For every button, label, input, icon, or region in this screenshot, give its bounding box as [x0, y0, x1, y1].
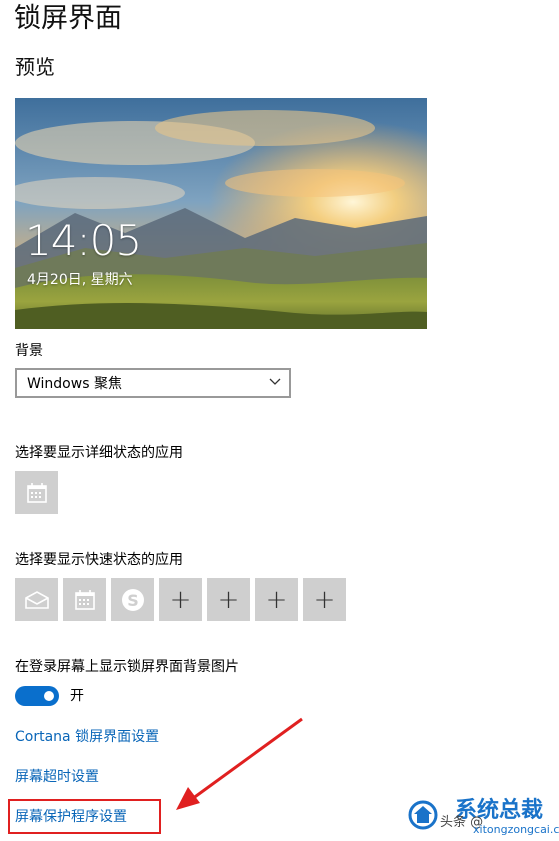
- chevron-down-icon: [269, 378, 281, 385]
- quick-status-app-skype[interactable]: S: [111, 578, 154, 621]
- page-title: 锁屏界面: [14, 3, 122, 34]
- highlight-box: [8, 799, 161, 834]
- detailed-status-app-calendar[interactable]: [15, 471, 58, 514]
- calendar-icon: [74, 589, 95, 610]
- background-dropdown[interactable]: Windows 聚焦: [15, 368, 291, 398]
- quick-status-label: 选择要显示快速状态的应用: [15, 552, 183, 568]
- quick-status-app-mail[interactable]: [15, 578, 58, 621]
- quick-status-add-slot[interactable]: +: [255, 578, 298, 621]
- calendar-icon: [26, 482, 47, 503]
- svg-text:S: S: [127, 591, 139, 610]
- preview-date: 4月20日, 星期六: [27, 272, 133, 288]
- toggle-knob: [44, 691, 54, 701]
- show-background-label: 在登录屏幕上显示锁屏界面背景图片: [15, 659, 239, 675]
- cortana-settings-link[interactable]: Cortana 锁屏界面设置: [15, 727, 159, 747]
- screen-timeout-link[interactable]: 屏幕超时设置: [15, 767, 99, 787]
- watermark-site: xitongzongcai.com: [473, 823, 559, 836]
- quick-status-add-slot[interactable]: +: [159, 578, 202, 621]
- quick-status-add-slot[interactable]: +: [207, 578, 250, 621]
- red-arrow-annotation: [176, 717, 303, 810]
- add-icon: +: [217, 584, 240, 615]
- add-icon: +: [169, 584, 192, 615]
- skype-icon: S: [121, 588, 144, 611]
- quick-status-app-calendar[interactable]: [63, 578, 106, 621]
- add-icon: +: [313, 584, 336, 615]
- preview-heading: 预览: [15, 55, 55, 79]
- add-icon: +: [265, 584, 288, 615]
- landscape-image: [15, 98, 427, 329]
- mail-icon: [24, 590, 49, 609]
- quick-status-add-slot[interactable]: +: [303, 578, 346, 621]
- background-label: 背景: [15, 343, 43, 359]
- detailed-status-label: 选择要显示详细状态的应用: [15, 445, 183, 461]
- preview-clock: 14:05: [25, 216, 142, 265]
- show-background-toggle[interactable]: [15, 686, 59, 706]
- lock-screen-preview: [15, 98, 427, 329]
- watermark-logo-icon: [408, 800, 438, 830]
- background-dropdown-value: Windows 聚焦: [27, 376, 122, 392]
- toggle-state-label: 开: [70, 688, 84, 704]
